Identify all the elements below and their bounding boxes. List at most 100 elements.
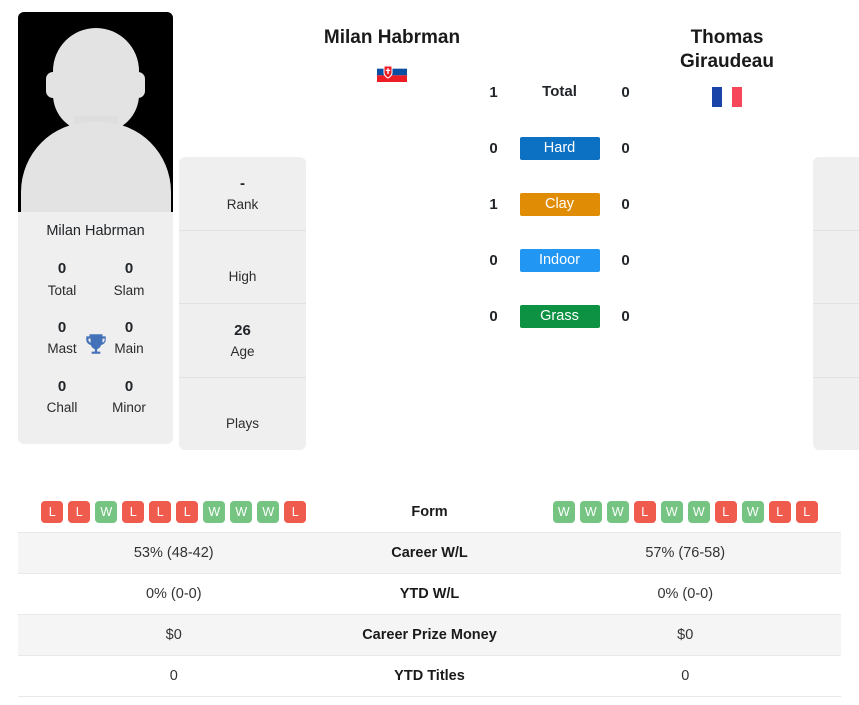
form-badge-w[interactable]: W: [579, 501, 602, 523]
form-badge-list-left: LLWLLLWWWL: [18, 501, 330, 523]
stat-label-career-wl: Career W/L: [391, 545, 468, 561]
h2h-right-clay: 0: [621, 195, 630, 213]
h2h-label-grass: Grass: [514, 304, 606, 328]
form-badge-w[interactable]: W: [660, 501, 683, 523]
h2h-right-hard: 0: [621, 139, 630, 157]
info-item-age-right: 31 Age: [813, 304, 859, 379]
slovakia-flag-icon: [377, 62, 407, 83]
form-badge-w[interactable]: W: [203, 501, 226, 523]
h2h-row-indoor: 0 Indoor 0: [472, 232, 647, 288]
form-badge-l[interactable]: L: [176, 501, 199, 523]
rank-label-right: Rank: [821, 195, 859, 215]
high-label-left: High: [228, 269, 257, 285]
table-row-career-prize-money: $0 Career Prize Money $0: [18, 615, 841, 656]
h2h-row-grass: 0 Grass 0: [472, 288, 647, 344]
surface-badge-hard[interactable]: Hard: [519, 136, 600, 160]
high-value-right: [821, 247, 859, 267]
age-label-right: Age: [821, 342, 859, 362]
surface-badge-grass[interactable]: Grass: [519, 304, 600, 328]
form-badge-w[interactable]: W: [687, 501, 710, 523]
form-badge-l[interactable]: L: [795, 501, 818, 523]
avatar-ear-right: [131, 72, 145, 98]
info-item-high-left: High: [179, 231, 306, 304]
form-badge-l[interactable]: L: [714, 501, 737, 523]
career-prize-money-left: $0: [165, 627, 182, 643]
form-badge-w[interactable]: W: [606, 501, 629, 523]
info-item-rank-left: - Rank: [179, 157, 306, 232]
ytd-wl-right: 0% (0-0): [657, 586, 714, 602]
form-badge-l[interactable]: L: [68, 501, 91, 523]
h2h-row-hard: 0 Hard 0: [472, 120, 647, 176]
titles-slam-value: 0: [124, 260, 134, 278]
head-to-head-column: 1 Total 0 0 Hard 0 1 Clay 0 0 Indoor 0 0…: [472, 12, 647, 344]
titles-grid-left: 0 Total 0 Slam 0 Mast 0 Main 0 Chall 0 M…: [18, 248, 173, 444]
career-wl-left: 53% (48-42): [133, 545, 214, 561]
titles-slam-label: Slam: [113, 282, 145, 298]
avatar-body: [20, 122, 171, 212]
h2h-left-hard: 0: [489, 139, 498, 157]
titles-cell-minor: 0 Minor: [103, 376, 155, 419]
plays-value-left: [187, 394, 298, 414]
form-right: WWWLWWLWLL: [530, 501, 842, 523]
ytd-wl-left: 0% (0-0): [145, 586, 202, 602]
form-badge-l[interactable]: L: [633, 501, 656, 523]
form-badge-list-right: WWWLWWLWLL: [530, 501, 842, 523]
info-item-plays-left: Plays: [179, 378, 306, 450]
career-wl-right: 57% (76-58): [645, 545, 726, 561]
h2h-label-total: Total: [514, 83, 606, 101]
comparison-header: Milan Habrman 0 Total 0 Slam 0 Mast 0 Ma…: [0, 0, 859, 492]
table-row-ytd-wl: 0% (0-0) YTD W/L 0% (0-0): [18, 574, 841, 615]
form-badge-w[interactable]: W: [230, 501, 253, 523]
titles-total-label: Total: [47, 282, 77, 298]
h2h-right-total: 0: [621, 83, 630, 101]
h2h-label-hard: Hard: [514, 136, 606, 160]
h2h-total-text: Total: [542, 83, 577, 100]
player-name-left: Milan Habrman: [323, 27, 461, 48]
table-row-form: LLWLLLWWWL Form WWWLWWLWLL: [18, 492, 841, 533]
h2h-left-grass: 0: [489, 307, 498, 325]
form-badge-l[interactable]: L: [149, 501, 172, 523]
form-badge-l[interactable]: L: [768, 501, 791, 523]
h2h-left-clay: 1: [489, 195, 498, 213]
surface-badge-clay[interactable]: Clay: [519, 192, 600, 216]
plays-label-right: Plays: [821, 414, 859, 434]
info-item-high-right: High: [813, 231, 859, 304]
surface-badge-indoor[interactable]: Indoor: [519, 248, 600, 272]
titles-minor-label: Minor: [112, 400, 146, 416]
titles-main-label: Main: [114, 341, 144, 357]
titles-cell-mast: 0 Mast: [36, 317, 88, 360]
titles-main-value: 0: [124, 318, 134, 336]
form-badge-l[interactable]: L: [284, 501, 307, 523]
ytd-titles-left: 0: [169, 668, 178, 684]
plays-label-left: Plays: [225, 416, 259, 432]
info-item-rank-right: - Rank: [813, 157, 859, 232]
trophy-icon: [85, 334, 106, 354]
france-flag-icon: [712, 86, 742, 107]
info-card-right: - Rank High 31 Age Plays: [813, 157, 859, 451]
form-badge-w[interactable]: W: [95, 501, 118, 523]
titles-mast-label: Mast: [47, 341, 77, 357]
form-badge-w[interactable]: W: [552, 501, 575, 523]
form-badge-l[interactable]: L: [41, 501, 64, 523]
form-badge-w[interactable]: W: [741, 501, 764, 523]
form-badge-l[interactable]: L: [122, 501, 145, 523]
age-value-left: 26: [234, 321, 251, 339]
player-photo-caption-left: Milan Habrman: [46, 223, 145, 239]
player-card-left[interactable]: Milan Habrman 0 Total 0 Slam 0 Mast 0 Ma…: [18, 12, 173, 445]
player-name-right: Thomas Giraudeau: [680, 27, 774, 73]
titles-row-chall-minor: 0 Chall 0 Minor: [24, 370, 167, 429]
stat-label-ytd-titles: YTD Titles: [394, 668, 465, 684]
form-badge-w[interactable]: W: [257, 501, 280, 523]
avatar-ear-left: [46, 72, 60, 98]
rank-value-left: -: [240, 175, 245, 192]
h2h-right-grass: 0: [621, 307, 630, 325]
stat-label-form: Form: [411, 504, 448, 520]
age-label-left: Age: [230, 343, 255, 359]
titles-total-value: 0: [57, 260, 67, 278]
info-column-left: - Rank High 26 Age Plays: [179, 12, 306, 451]
titles-cell-total: 0 Total: [36, 258, 88, 301]
ytd-titles-right: 0: [681, 668, 690, 684]
h2h-row-clay: 1 Clay 0: [472, 176, 647, 232]
h2h-row-total: 1 Total 0: [472, 64, 647, 120]
h2h-left-total: 1: [489, 83, 498, 101]
